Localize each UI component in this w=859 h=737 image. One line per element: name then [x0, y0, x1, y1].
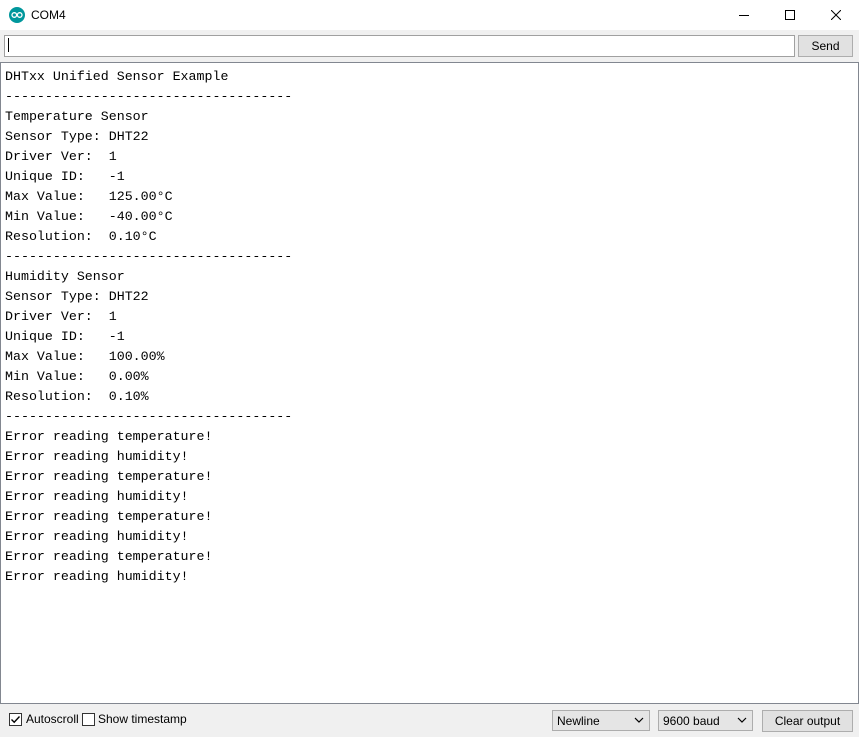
show-timestamp-label[interactable]: Show timestamp [98, 712, 187, 727]
send-row: Send [0, 30, 859, 62]
line-ending-value: Newline [557, 714, 600, 728]
output-line: Unique ID: -1 [5, 329, 125, 344]
clear-output-button[interactable]: Clear output [762, 710, 853, 732]
autoscroll-label[interactable]: Autoscroll [26, 712, 79, 727]
output-line: Sensor Type: DHT22 [5, 129, 149, 144]
maximize-icon [785, 10, 795, 20]
bottom-bar: Autoscroll Show timestamp Newline 9600 b… [0, 704, 859, 737]
output-line: Error reading humidity! [5, 489, 189, 504]
close-icon [831, 10, 841, 20]
output-line: ------------------------------------ [5, 89, 293, 104]
window-title: COM4 [31, 8, 66, 22]
autoscroll-checkbox[interactable] [9, 713, 22, 726]
output-line: Error reading humidity! [5, 449, 189, 464]
output-line: Resolution: 0.10% [5, 389, 149, 404]
minimize-button[interactable] [721, 0, 767, 30]
serial-output[interactable]: DHTxx Unified Sensor Example ------------… [0, 62, 859, 704]
output-line: Humidity Sensor [5, 269, 125, 284]
chevron-down-icon [634, 717, 644, 723]
text-caret [8, 38, 9, 52]
output-line: Error reading temperature! [5, 429, 213, 444]
output-line: Driver Ver: 1 [5, 309, 117, 324]
baud-rate-select[interactable]: 9600 baud [658, 710, 753, 731]
show-timestamp-checkbox[interactable] [82, 713, 95, 726]
arduino-infinity-icon [9, 7, 25, 23]
checkmark-icon [11, 716, 21, 724]
output-line: ------------------------------------ [5, 409, 293, 424]
output-line: Min Value: 0.00% [5, 369, 149, 384]
output-line: ------------------------------------ [5, 249, 293, 264]
output-lines: DHTxx Unified Sensor Example ------------… [5, 67, 292, 587]
minimize-icon [739, 15, 749, 16]
close-button[interactable] [813, 0, 859, 30]
serial-monitor-window: COM4 Send DHTxx Unified Sensor Example --… [0, 0, 859, 737]
send-button[interactable]: Send [798, 35, 853, 57]
output-line: Max Value: 125.00°C [5, 189, 173, 204]
output-line: Sensor Type: DHT22 [5, 289, 149, 304]
serial-input[interactable] [4, 35, 795, 57]
chevron-down-icon [737, 717, 747, 723]
title-bar: COM4 [0, 0, 859, 30]
output-line: DHTxx Unified Sensor Example [5, 69, 229, 84]
baud-rate-value: 9600 baud [663, 714, 720, 728]
output-line: Min Value: -40.00°C [5, 209, 173, 224]
output-line: Temperature Sensor [5, 109, 149, 124]
output-line: Error reading temperature! [5, 509, 213, 524]
output-line: Error reading humidity! [5, 529, 189, 544]
output-line: Max Value: 100.00% [5, 349, 165, 364]
output-line: Resolution: 0.10°C [5, 229, 157, 244]
output-line: Error reading temperature! [5, 469, 213, 484]
output-line: Unique ID: -1 [5, 169, 125, 184]
output-line: Driver Ver: 1 [5, 149, 117, 164]
output-line: Error reading temperature! [5, 549, 213, 564]
maximize-button[interactable] [767, 0, 813, 30]
output-line: Error reading humidity! [5, 569, 189, 584]
line-ending-select[interactable]: Newline [552, 710, 650, 731]
